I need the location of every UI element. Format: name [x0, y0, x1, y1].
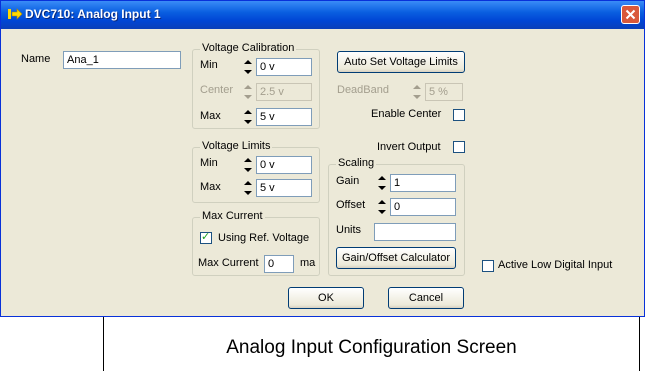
- title-bar[interactable]: DVC710: Analog Input 1: [1, 1, 644, 29]
- limits-max-input[interactable]: 5 v: [256, 179, 312, 197]
- close-button[interactable]: [621, 5, 640, 24]
- cal-center-input: 2.5 v: [256, 83, 312, 101]
- max-current-title: Max Current: [200, 210, 265, 222]
- units-input[interactable]: [374, 223, 456, 241]
- gain-label: Gain: [336, 175, 360, 187]
- voltage-calibration-title: Voltage Calibration: [200, 42, 297, 54]
- spin-down-icon[interactable]: [374, 207, 390, 216]
- cal-min-spinner[interactable]: [240, 58, 256, 76]
- name-input[interactable]: Ana_1: [63, 51, 181, 69]
- cal-center-spinner: [240, 83, 256, 101]
- spin-up-icon[interactable]: [374, 198, 390, 207]
- figure-caption: Analog Input Configuration Screen: [226, 337, 517, 358]
- cal-center-label: Center: [200, 84, 234, 96]
- max-current-input[interactable]: 0: [264, 255, 294, 273]
- spin-up-icon[interactable]: [240, 179, 256, 188]
- spin-up-icon: [244, 85, 252, 89]
- spin-down-icon: [413, 95, 421, 99]
- units-label: Units: [336, 224, 362, 236]
- active-low-digital-input-checkbox[interactable]: [482, 260, 494, 272]
- offset-spinner[interactable]: [374, 198, 390, 216]
- enable-center-checkbox[interactable]: [453, 109, 465, 121]
- spin-up-icon[interactable]: [240, 108, 256, 117]
- gain-input[interactable]: 1: [390, 174, 456, 192]
- deadband-label: DeadBand: [337, 84, 389, 96]
- spin-down-icon[interactable]: [240, 117, 256, 126]
- limits-min-spinner[interactable]: [240, 156, 256, 174]
- invert-output-label: Invert Output: [377, 141, 441, 153]
- deadband-input: 5 %: [425, 83, 463, 101]
- cancel-button[interactable]: Cancel: [388, 287, 464, 309]
- using-ref-voltage-label: Using Ref. Voltage: [218, 232, 310, 244]
- name-label: Name: [21, 53, 51, 65]
- spin-up-icon[interactable]: [240, 58, 256, 67]
- arrow-right-icon: [8, 8, 23, 20]
- offset-label: Offset: [336, 199, 366, 211]
- limits-min-input[interactable]: 0 v: [256, 156, 312, 174]
- using-ref-voltage-checkbox[interactable]: [200, 230, 212, 244]
- spin-down-icon: [244, 95, 252, 99]
- cal-min-label: Min: [200, 59, 218, 71]
- max-current-unit: ma: [300, 257, 316, 269]
- spin-down-icon[interactable]: [240, 165, 256, 174]
- spin-down-icon[interactable]: [240, 188, 256, 197]
- spin-up-icon[interactable]: [240, 156, 256, 165]
- voltage-limits-title: Voltage Limits: [200, 140, 273, 152]
- active-low-digital-input-label: Active Low Digital Input: [498, 259, 613, 271]
- limits-max-spinner[interactable]: [240, 179, 256, 197]
- offset-input[interactable]: 0: [390, 198, 456, 216]
- deadband-spinner: [409, 83, 425, 101]
- limits-min-label: Min: [200, 157, 218, 169]
- gain-offset-calculator-button[interactable]: Gain/Offset Calculator: [336, 247, 456, 269]
- enable-center-label: Enable Center: [371, 108, 442, 120]
- limits-max-label: Max: [200, 181, 221, 193]
- gain-spinner[interactable]: [374, 174, 390, 192]
- window-title: DVC710: Analog Input 1: [25, 7, 161, 21]
- spin-up-icon: [413, 85, 421, 89]
- dialog-window: DVC710: Analog Input 1 Name Ana_1 Voltag…: [0, 0, 645, 317]
- auto-set-voltage-limits-button[interactable]: Auto Set Voltage Limits: [337, 51, 465, 73]
- cal-max-spinner[interactable]: [240, 108, 256, 126]
- max-current-label: Max Current: [198, 257, 259, 269]
- spin-down-icon[interactable]: [374, 183, 390, 192]
- spin-down-icon[interactable]: [240, 67, 256, 76]
- ok-button[interactable]: OK: [288, 287, 364, 309]
- spin-up-icon[interactable]: [374, 174, 390, 183]
- cal-max-label: Max: [200, 110, 221, 122]
- caption-box: Analog Input Configuration Screen: [103, 317, 640, 371]
- close-icon: [625, 9, 636, 20]
- cal-min-input[interactable]: 0 v: [256, 58, 312, 76]
- invert-output-checkbox[interactable]: [453, 141, 465, 153]
- cal-max-input[interactable]: 5 v: [256, 108, 312, 126]
- scaling-title: Scaling: [336, 157, 377, 169]
